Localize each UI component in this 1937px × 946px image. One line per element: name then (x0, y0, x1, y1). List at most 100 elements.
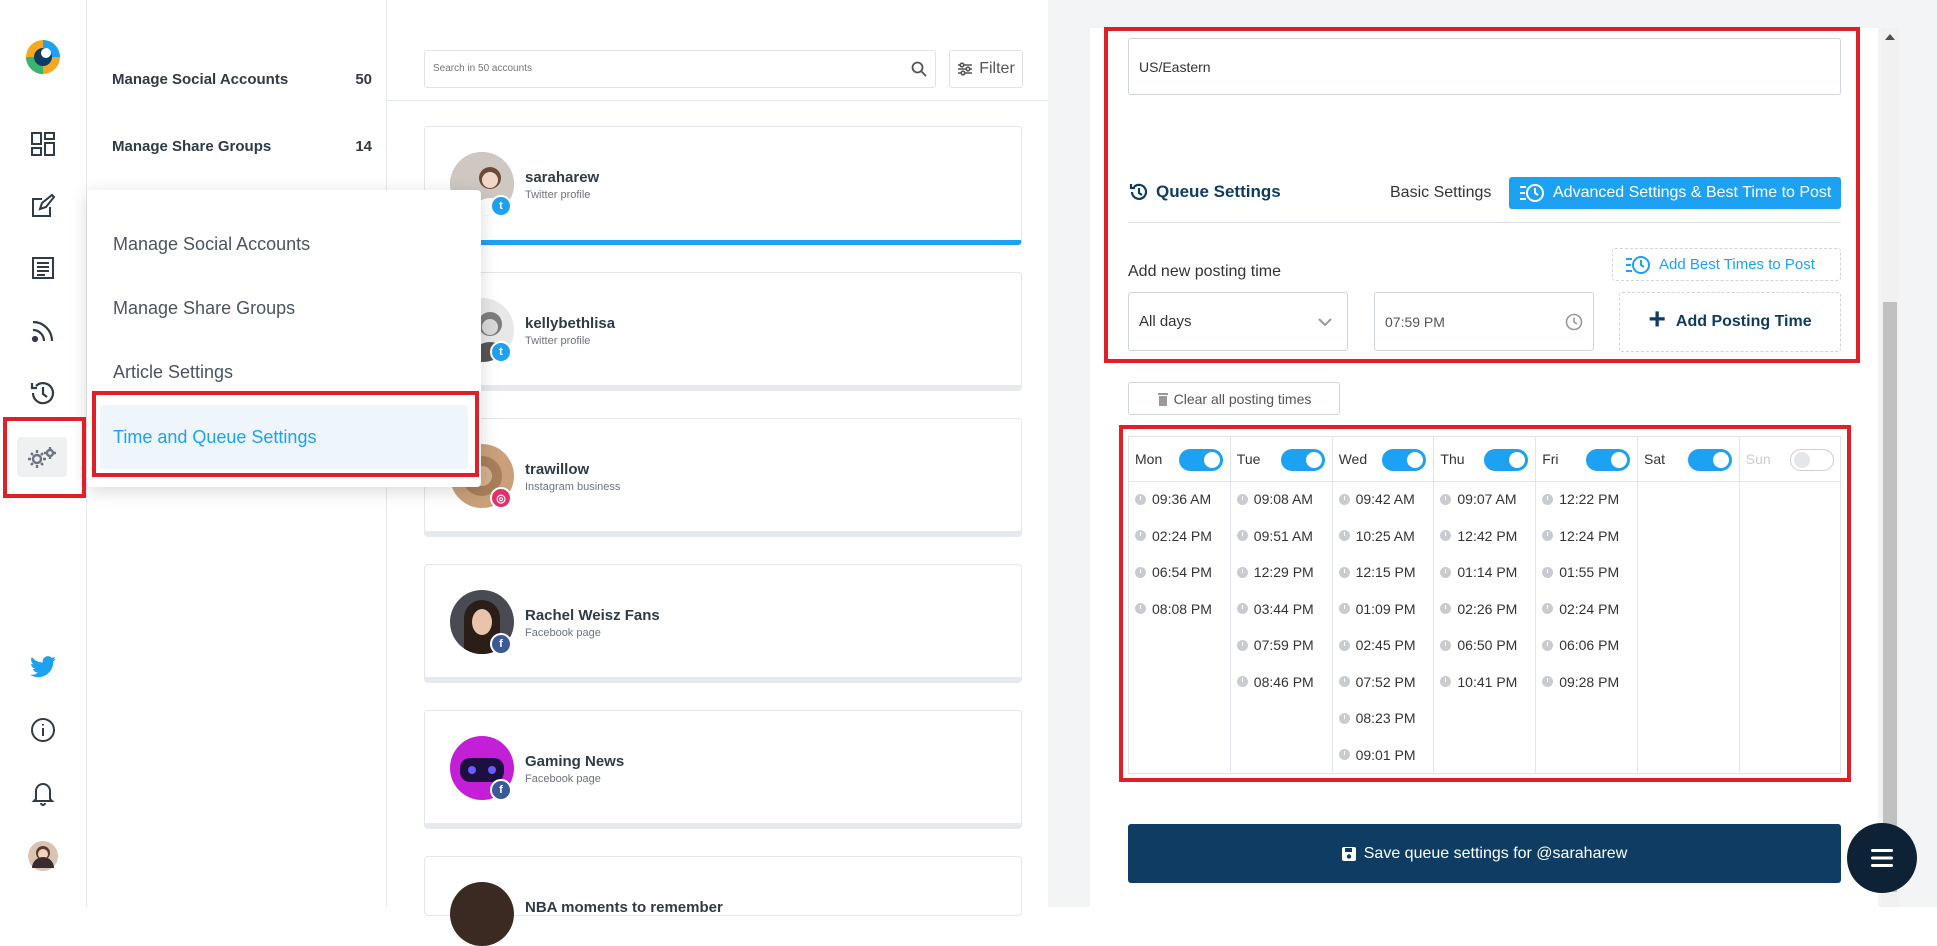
clock-icon (1440, 530, 1452, 542)
time-slot[interactable]: 09:08 AM (1231, 481, 1332, 518)
time-slot[interactable]: 01:14 PM (1434, 554, 1535, 591)
account-card[interactable]: f Gaming News Facebook page (424, 710, 1022, 829)
time-slot[interactable]: 10:41 PM (1434, 664, 1535, 701)
account-card[interactable]: t saraharew Twitter profile (424, 126, 1022, 245)
time-slot[interactable]: 02:45 PM (1333, 627, 1434, 664)
time-slot[interactable]: 01:55 PM (1536, 554, 1637, 591)
clock-icon (1338, 566, 1350, 578)
account-card[interactable]: NBA moments to remember (424, 856, 1022, 946)
rss-icon[interactable] (23, 311, 63, 351)
time-slot[interactable]: 09:51 AM (1231, 518, 1332, 555)
add-best-times-button[interactable]: Add Best Times to Post (1612, 248, 1841, 281)
submenu-item-share-groups[interactable]: Manage Share Groups 14 (112, 138, 372, 155)
time-slot[interactable]: 12:15 PM (1333, 554, 1434, 591)
dashboard-icon[interactable] (23, 124, 63, 164)
submenu-item-social-accounts[interactable]: Manage Social Accounts 50 (112, 71, 372, 88)
time-input[interactable]: 07:59 PM (1374, 292, 1594, 351)
time-slot[interactable]: 08:23 PM (1333, 700, 1434, 737)
time-slot-value: 07:52 PM (1355, 673, 1416, 690)
day-column-sun (1740, 481, 1842, 773)
account-card[interactable]: ◎ trawillow Instagram business (424, 418, 1022, 537)
time-slot[interactable]: 06:06 PM (1536, 627, 1637, 664)
dropdown-item-social-accounts[interactable]: Manage Social Accounts (113, 234, 310, 255)
day-toggle-mon[interactable] (1178, 449, 1223, 471)
info-icon[interactable] (23, 710, 63, 750)
advanced-settings-tab[interactable]: Advanced Settings & Best Time to Post (1509, 177, 1841, 209)
dropdown-item-time-queue[interactable]: Time and Queue Settings (100, 405, 468, 469)
weekly-schedule: Mon 09:36 AM 02:24 PM 06:54 PM 08:08 PM Tue 09… (1128, 436, 1842, 774)
floating-menu-button[interactable] (1847, 823, 1917, 893)
settings-icon[interactable] (17, 437, 67, 477)
day-toggle-sun[interactable] (1789, 449, 1834, 471)
day-header-tue: Tue (1231, 437, 1333, 481)
time-slot[interactable]: 12:24 PM (1536, 518, 1637, 555)
add-posting-time-button[interactable]: + Add Posting Time (1619, 292, 1841, 352)
sliders-icon (958, 62, 973, 76)
time-slot[interactable]: 06:50 PM (1434, 627, 1535, 664)
time-slot[interactable]: 02:24 PM (1129, 518, 1230, 555)
compose-icon[interactable] (23, 186, 63, 226)
time-slot[interactable]: 03:44 PM (1231, 591, 1332, 628)
time-slot[interactable]: 08:46 PM (1231, 664, 1332, 701)
account-card[interactable]: t kellybethlisa Twitter profile (424, 272, 1022, 391)
time-slot[interactable]: 07:52 PM (1333, 664, 1434, 701)
time-slot-value: 08:46 PM (1253, 673, 1314, 690)
time-slot[interactable]: 09:28 PM (1536, 664, 1637, 701)
basic-settings-tab[interactable]: Basic Settings (1390, 184, 1491, 202)
chevron-down-icon (1318, 317, 1332, 326)
clear-all-times-button[interactable]: Clear all posting times (1128, 382, 1340, 415)
day-toggle-tue[interactable] (1280, 449, 1325, 471)
time-slot-value: 01:14 PM (1457, 564, 1518, 581)
clock-icon (1440, 676, 1452, 688)
day-label: Sun (1745, 451, 1771, 467)
time-slot[interactable]: 12:42 PM (1434, 518, 1535, 555)
time-slot[interactable]: 09:01 PM (1333, 737, 1434, 774)
articles-icon[interactable] (23, 248, 63, 288)
user-avatar[interactable] (23, 836, 63, 876)
time-slot[interactable]: 12:22 PM (1536, 481, 1637, 518)
day-header-sun: Sun (1740, 437, 1842, 481)
time-slot[interactable]: 01:09 PM (1333, 591, 1434, 628)
time-slot[interactable]: 09:42 AM (1333, 481, 1434, 518)
time-slot-value: 10:25 AM (1355, 527, 1415, 544)
day-toggle-fri[interactable] (1585, 449, 1630, 471)
account-search[interactable] (424, 50, 936, 88)
dropdown-item-share-groups[interactable]: Manage Share Groups (113, 298, 295, 319)
time-slot[interactable]: 10:25 AM (1333, 518, 1434, 555)
facebook-badge-icon: f (490, 633, 512, 655)
save-label: Save queue settings for @saraharew (1363, 844, 1628, 862)
scroll-up-arrow-icon[interactable] (1885, 34, 1895, 40)
timezone-field[interactable]: US/Eastern (1128, 38, 1841, 95)
scrollbar-thumb[interactable] (1883, 302, 1897, 892)
day-select[interactable]: All days (1128, 292, 1348, 351)
time-slot[interactable]: 09:07 AM (1434, 481, 1535, 518)
time-slot[interactable]: 07:59 PM (1231, 627, 1332, 664)
queue-icon[interactable] (23, 373, 63, 413)
account-card[interactable]: f Rachel Weisz Fans Facebook page (424, 564, 1022, 683)
time-slot[interactable]: 08:08 PM (1129, 591, 1230, 628)
time-input-value: 07:59 PM (1385, 313, 1445, 330)
day-toggle-thu[interactable] (1484, 449, 1529, 471)
clock-icon (1542, 603, 1554, 615)
time-slot[interactable]: 12:29 PM (1231, 554, 1332, 591)
day-toggle-wed[interactable] (1382, 449, 1427, 471)
instagram-badge-icon: ◎ (490, 487, 512, 509)
filter-button[interactable]: Filter (949, 50, 1023, 88)
time-slot-value: 12:29 PM (1253, 564, 1314, 581)
time-slot-value: 09:42 AM (1355, 491, 1415, 508)
save-queue-settings-button[interactable]: Save queue settings for @saraharew (1128, 824, 1841, 883)
day-toggle-sat[interactable] (1687, 449, 1732, 471)
time-slot[interactable]: 02:24 PM (1536, 591, 1637, 628)
search-icon[interactable] (911, 61, 927, 77)
scrollbar-track[interactable] (1881, 28, 1899, 907)
bell-icon[interactable] (23, 773, 63, 813)
dropdown-item-article-settings[interactable]: Article Settings (113, 362, 233, 383)
time-slot[interactable]: 09:36 AM (1129, 481, 1230, 518)
logo-icon[interactable] (23, 37, 63, 77)
facebook-badge-icon: f (490, 779, 512, 801)
time-slot[interactable]: 02:26 PM (1434, 591, 1535, 628)
twitter-icon[interactable] (23, 647, 63, 687)
search-input[interactable] (425, 51, 885, 85)
time-slot[interactable]: 06:54 PM (1129, 554, 1230, 591)
clock-icon (1236, 566, 1248, 578)
